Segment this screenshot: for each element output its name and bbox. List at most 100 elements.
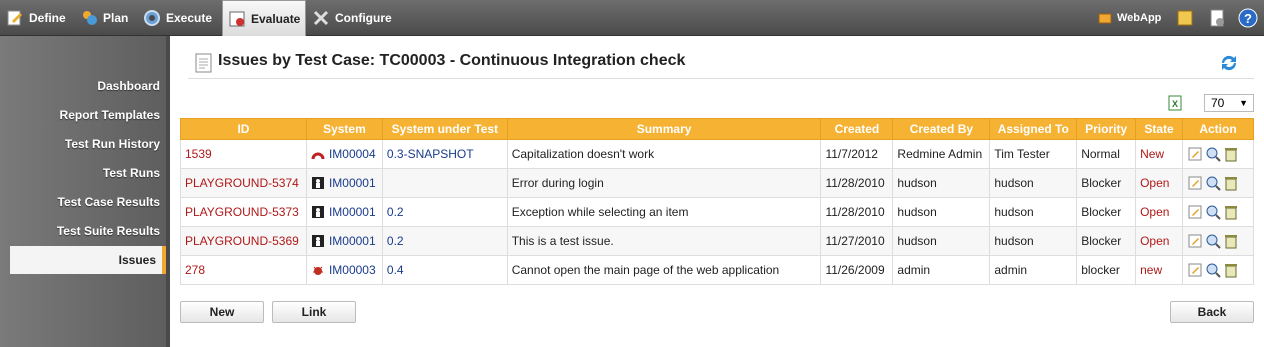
header-priority[interactable]: Priority: [1076, 118, 1137, 140]
system-cell[interactable]: IM00001: [305, 168, 383, 198]
chevron-down-icon: ▼: [1239, 98, 1248, 108]
issues-table: ID System System under Test Summary Crea…: [180, 118, 1254, 285]
header-sut[interactable]: System under Test: [381, 118, 508, 140]
document-icon[interactable]: [1207, 8, 1227, 28]
summary-cell: Capitalization doesn't work: [506, 139, 822, 169]
menu-evaluate[interactable]: Evaluate: [222, 0, 306, 36]
created-by-cell: hudson: [892, 226, 991, 256]
excel-export-icon[interactable]: X: [1167, 95, 1183, 111]
top-navigation-bar: Define Plan Execute Evaluate Configure W…: [0, 0, 1264, 36]
summary-cell: Cannot open the main page of the web app…: [506, 255, 822, 285]
issue-id-link[interactable]: 1539: [180, 139, 307, 169]
back-button[interactable]: Back: [1170, 301, 1254, 323]
edit-icon[interactable]: [1187, 262, 1203, 278]
sidebar-item-dashboard[interactable]: Dashboard: [10, 74, 166, 98]
delete-icon[interactable]: [1223, 262, 1239, 278]
system-cell[interactable]: IM00001: [305, 226, 383, 256]
delete-icon[interactable]: [1223, 204, 1239, 220]
assigned-to-cell: hudson: [989, 168, 1078, 198]
system-id: IM00001: [328, 204, 376, 219]
header-created[interactable]: Created: [820, 118, 894, 140]
table-header-row: ID System System under Test Summary Crea…: [180, 118, 1254, 140]
priority-cell: Blocker: [1076, 197, 1137, 227]
system-id: IM00003: [328, 262, 376, 277]
priority-cell: blocker: [1076, 255, 1137, 285]
system-cell[interactable]: IM00001: [305, 197, 383, 227]
sut-cell[interactable]: 0.2: [381, 226, 508, 256]
sidebar-item-test-case-results[interactable]: Test Case Results: [10, 190, 166, 214]
sidebar-item-issues[interactable]: Issues: [10, 246, 166, 274]
notes-icon[interactable]: [1175, 8, 1195, 28]
issue-id-link[interactable]: PLAYGROUND-5373: [180, 197, 307, 227]
view-icon[interactable]: [1205, 146, 1221, 162]
sidebar-item-report-templates[interactable]: Report Templates: [10, 103, 166, 127]
assigned-to-cell: hudson: [989, 197, 1078, 227]
created-by-cell: hudson: [892, 197, 991, 227]
header-action: Action: [1182, 118, 1254, 140]
created-cell: 11/27/2010: [820, 226, 894, 256]
header-created-by[interactable]: Created By: [892, 118, 991, 140]
sidebar-item-test-runs[interactable]: Test Runs: [10, 161, 166, 185]
action-cell: [1182, 255, 1254, 285]
sut-cell[interactable]: 0.4: [381, 255, 508, 285]
menu-configure[interactable]: Configure: [312, 0, 392, 36]
issue-id-link[interactable]: PLAYGROUND-5374: [180, 168, 307, 198]
state-cell: new: [1135, 255, 1184, 285]
bugzilla-icon: [312, 267, 323, 276]
new-button[interactable]: New: [180, 301, 264, 323]
menu-plan-label: Plan: [103, 11, 129, 25]
priority-cell: Blocker: [1076, 168, 1137, 198]
header-assigned-to[interactable]: Assigned To: [989, 118, 1078, 140]
main-content: Issues by Test Case: TC00003 - Continuou…: [174, 36, 1264, 347]
hudson-icon: [311, 235, 324, 248]
system-cell[interactable]: IM00004: [305, 139, 383, 169]
edit-icon[interactable]: [1187, 204, 1203, 220]
priority-cell: Blocker: [1076, 226, 1137, 256]
delete-icon[interactable]: [1223, 233, 1239, 249]
summary-cell: Error during login: [506, 168, 822, 198]
header-state[interactable]: State: [1135, 118, 1184, 140]
link-button[interactable]: Link: [272, 301, 356, 323]
system-id: IM00001: [328, 175, 376, 190]
hudson-icon: [311, 177, 324, 190]
state-cell: Open: [1135, 168, 1184, 198]
system-id: IM00004: [328, 146, 376, 161]
table-row: PLAYGROUND-5373 IM00001 0.2 Exception wh…: [180, 197, 1254, 227]
edit-icon[interactable]: [1187, 175, 1203, 191]
system-cell[interactable]: IM00003: [305, 255, 383, 285]
header-summary[interactable]: Summary: [506, 118, 822, 140]
menu-plan[interactable]: Plan: [80, 0, 128, 36]
view-icon[interactable]: [1205, 175, 1221, 191]
action-cell: [1182, 197, 1254, 227]
sut-cell[interactable]: 0.2: [381, 197, 508, 227]
table-row: 278 IM00003 0.4 Cannot open the main pag…: [180, 255, 1254, 285]
issue-id-link[interactable]: PLAYGROUND-5369: [180, 226, 307, 256]
created-cell: 11/28/2010: [820, 197, 894, 227]
help-icon[interactable]: ?: [1238, 8, 1258, 28]
created-cell: 11/28/2010: [820, 168, 894, 198]
sut-cell[interactable]: 0.3-SNAPSHOT: [381, 139, 508, 169]
menu-execute[interactable]: Execute: [143, 0, 212, 36]
delete-icon[interactable]: [1223, 175, 1239, 191]
header-id[interactable]: ID: [180, 118, 307, 140]
delete-icon[interactable]: [1223, 146, 1239, 162]
refresh-icon[interactable]: [1218, 52, 1240, 74]
page-size-select[interactable]: 70 ▼: [1204, 94, 1254, 112]
issue-id-link[interactable]: 278: [180, 255, 307, 285]
sidebar-item-test-suite-results[interactable]: Test Suite Results: [10, 219, 166, 243]
state-cell: Open: [1135, 226, 1184, 256]
view-icon[interactable]: [1205, 204, 1221, 220]
sut-cell[interactable]: [381, 168, 508, 198]
webapp-menu[interactable]: WebApp: [1098, 0, 1161, 36]
header-system[interactable]: System: [305, 118, 383, 140]
edit-icon[interactable]: [1187, 233, 1203, 249]
page-size-value: 70: [1211, 96, 1225, 110]
menu-define[interactable]: Define: [6, 0, 66, 36]
view-icon[interactable]: [1205, 233, 1221, 249]
edit-icon[interactable]: [1187, 146, 1203, 162]
summary-cell: This is a test issue.: [506, 226, 822, 256]
state-cell: Open: [1135, 197, 1184, 227]
sidebar-item-test-run-history[interactable]: Test Run History: [10, 132, 166, 156]
view-icon[interactable]: [1205, 262, 1221, 278]
created-by-cell: hudson: [892, 168, 991, 198]
